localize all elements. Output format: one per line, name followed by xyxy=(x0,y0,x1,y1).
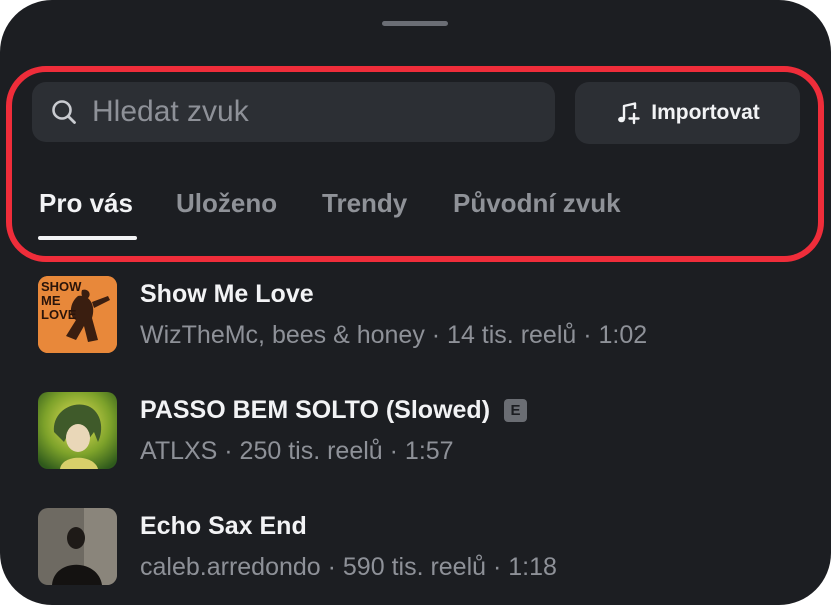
track-meta: caleb.arredondo · 590 tis. reelů · 1:18 xyxy=(140,553,557,581)
svg-text:SHOW: SHOW xyxy=(41,279,82,294)
search-bar[interactable] xyxy=(32,82,555,142)
track-meta: WizTheMc, bees & honey · 14 tis. reelů ·… xyxy=(140,321,648,349)
sound-picker-sheet: Importovat Pro vás Uloženo Trendy Původn… xyxy=(0,0,831,605)
track-cover xyxy=(38,392,117,469)
import-button-label: Importovat xyxy=(651,101,760,124)
tab-pro-vas[interactable]: Pro vás xyxy=(39,188,133,219)
import-button[interactable]: Importovat xyxy=(575,82,800,144)
track-row[interactable]: Echo Sax End caleb.arredondo · 590 tis. … xyxy=(0,508,831,588)
track-cover xyxy=(38,508,117,585)
track-title: PASSO BEM SOLTO (Slowed) E xyxy=(140,396,528,425)
explicit-badge: E xyxy=(504,399,528,422)
tab-puvodni-zvuk[interactable]: Původní zvuk xyxy=(453,188,621,219)
track-row[interactable]: PASSO BEM SOLTO (Slowed) E ATLXS · 250 t… xyxy=(0,392,831,472)
track-title-text: Echo Sax End xyxy=(140,512,307,540)
tab-ulozeno[interactable]: Uloženo xyxy=(176,188,277,219)
echo-sax-end-cover-art xyxy=(38,508,117,585)
track-meta: ATLXS · 250 tis. reelů · 1:57 xyxy=(140,437,454,465)
track-title-text: PASSO BEM SOLTO (Slowed) xyxy=(140,396,491,424)
active-tab-indicator xyxy=(38,236,137,240)
track-cover: SHOW ME LOVE xyxy=(38,276,117,353)
show-me-love-cover-art: SHOW ME LOVE xyxy=(38,276,117,353)
passo-bem-solto-cover-art xyxy=(38,392,117,469)
sheet-grabber[interactable] xyxy=(382,21,448,26)
track-title: Show Me Love xyxy=(140,280,314,309)
svg-text:ME: ME xyxy=(41,293,61,308)
track-row[interactable]: SHOW ME LOVE Show Me Love WizTheMc, bees… xyxy=(0,276,831,356)
track-title-text: Show Me Love xyxy=(140,280,314,308)
music-note-plus-icon xyxy=(618,102,640,125)
track-title: Echo Sax End xyxy=(140,512,307,541)
tab-bar: Pro vás Uloženo Trendy Původní zvuk xyxy=(0,180,831,240)
tab-trendy[interactable]: Trendy xyxy=(322,188,407,219)
svg-text:LOVE: LOVE xyxy=(41,307,77,322)
search-icon xyxy=(52,100,76,124)
search-input[interactable] xyxy=(92,82,542,142)
